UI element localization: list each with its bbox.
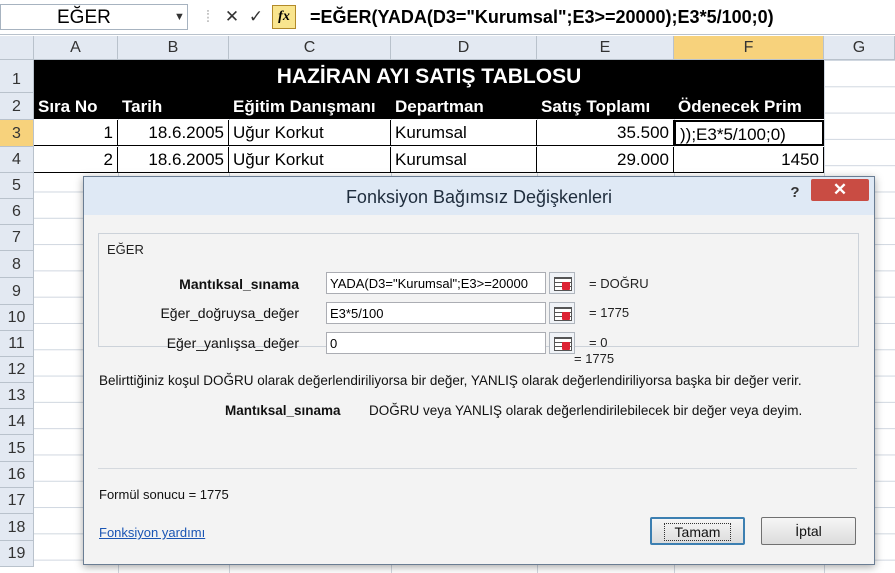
row-header-4[interactable]: 4 [0,147,34,173]
row-header-17[interactable]: 17 [0,488,34,514]
row-header-3[interactable]: 3 [0,120,34,147]
row-header-9[interactable]: 9 [0,278,34,305]
row-header-1[interactable]: 1 [0,60,34,93]
ok-button[interactable]: Tamam [650,517,745,545]
collapse-dialog-icon[interactable] [549,332,575,354]
divider [98,468,857,469]
header-cell[interactable]: Tarih [118,92,229,119]
function-arguments-dialog: Fonksiyon Bağımsız Değişkenleri ? ✕ EĞER… [83,176,875,565]
column-header-g[interactable]: G [824,36,895,60]
logical-test-input[interactable]: YADA(D3="Kurumsal";E3>=20000 [326,272,546,294]
column-header-c[interactable]: C [229,36,391,60]
separator-icon: ⁞ [205,7,211,26]
sheet-title[interactable]: HAZİRAN AYI SATIŞ TABLOSU [34,60,824,92]
row-header-18[interactable]: 18 [0,514,34,541]
column-header-b[interactable]: B [118,36,229,60]
formula-bar: EĞER ▼ ⁞ ✕ ✓ fx =EĞER(YADA(D3="Kurumsal"… [0,0,895,35]
ok-button-label: Tamam [663,523,732,541]
column-header-a[interactable]: A [34,36,118,60]
collapse-dialog-icon[interactable] [549,272,575,294]
row-header-8[interactable]: 8 [0,251,34,278]
header-cell[interactable]: Sıra No [34,92,118,119]
row-header-14[interactable]: 14 [0,409,34,435]
row-header-13[interactable]: 13 [0,383,34,409]
table-cell[interactable]: 18.6.2005 [118,147,229,173]
arg-result-value-if-true: = 1775 [589,305,630,320]
table-cell[interactable]: 18.6.2005 [118,120,229,146]
checkmark-icon[interactable]: ✓ [246,6,266,28]
table-cell[interactable]: 29.000 [537,147,674,173]
value-if-true-input[interactable]: E3*5/100 [326,302,546,324]
column-header-f[interactable]: F [674,36,824,60]
function-description: Belirttiğiniz koşul DOĞRU olarak değerle… [99,373,802,388]
arg-description-label: Mantıksal_sınama [225,403,341,418]
collapse-dialog-icon[interactable] [549,302,575,324]
table-cell[interactable]: 35.500 [537,120,674,146]
name-box[interactable]: EĞER [0,4,188,30]
value-if-false-input[interactable]: 0 [326,332,546,354]
row-header-19[interactable]: 19 [0,541,34,567]
close-icon[interactable]: ✕ [222,6,242,28]
function-name-label: EĞER [107,242,144,257]
table-cell[interactable]: 1450 [674,147,824,173]
table-cell[interactable]: 1 [34,120,118,146]
function-help-link[interactable]: Fonksiyon yardımı [99,525,205,540]
column-header-e[interactable]: E [537,36,674,60]
table-cell[interactable]: Uğur Korkut [229,120,391,146]
row-header-12[interactable]: 12 [0,357,34,383]
table-cell[interactable]: Kurumsal [391,147,537,173]
arg-label-logical-test: Mantıksal_sınama [179,276,299,292]
formula-input[interactable]: =EĞER(YADA(D3="Kurumsal";E3>=20000);E3*5… [310,3,774,31]
table-cell[interactable]: 2 [34,147,118,173]
cancel-button[interactable]: İptal [761,517,856,545]
chevron-down-icon[interactable]: ▼ [174,4,188,30]
arg-result-value-if-false: = 0 [589,335,608,350]
row-header-2[interactable]: 2 [0,93,34,120]
header-cell[interactable]: Eğitim Danışmanı [229,92,391,119]
row-header-16[interactable]: 16 [0,462,34,488]
active-cell-editor[interactable]: ));E3*5/100;0) [674,120,824,146]
arg-result-logical-test: = DOĞRU [589,276,649,291]
header-cell[interactable]: Satış Toplamı [537,92,674,119]
dialog-body: EĞER Mantıksal_sınama YADA(D3="Kurumsal"… [84,215,874,564]
function-result-preview: = 1775 [574,351,615,366]
arg-label-value-if-false: Eğer_yanlışsa_değer [166,335,299,351]
help-icon[interactable]: ? [784,182,806,204]
row-header-10[interactable]: 10 [0,305,34,331]
arguments-group: EĞER Mantıksal_sınama YADA(D3="Kurumsal"… [98,233,859,354]
arg-label-value-if-true: Eğer_doğruysa_değer [160,305,299,321]
row-header-15[interactable]: 15 [0,435,34,462]
select-all-corner[interactable] [0,36,34,60]
row-header-5[interactable]: 5 [0,173,34,199]
table-cell[interactable]: Uğur Korkut [229,147,391,173]
formula-result: Formül sonucu = 1775 [99,487,229,502]
row-header-7[interactable]: 7 [0,225,34,251]
row-header-6[interactable]: 6 [0,199,34,225]
insert-function-icon[interactable]: fx [272,5,296,29]
row-header-11[interactable]: 11 [0,331,34,357]
header-cell[interactable]: Departman [391,92,537,119]
arg-description-text: DOĞRU veya YANLIŞ olarak değerlendirileb… [369,403,803,418]
dialog-title[interactable]: Fonksiyon Bağımsız Değişkenleri [84,177,874,215]
column-header-d[interactable]: D [391,36,537,60]
header-cell[interactable]: Ödenecek Prim [674,92,824,119]
close-button[interactable]: ✕ [811,179,869,201]
table-cell[interactable]: Kurumsal [391,120,537,146]
